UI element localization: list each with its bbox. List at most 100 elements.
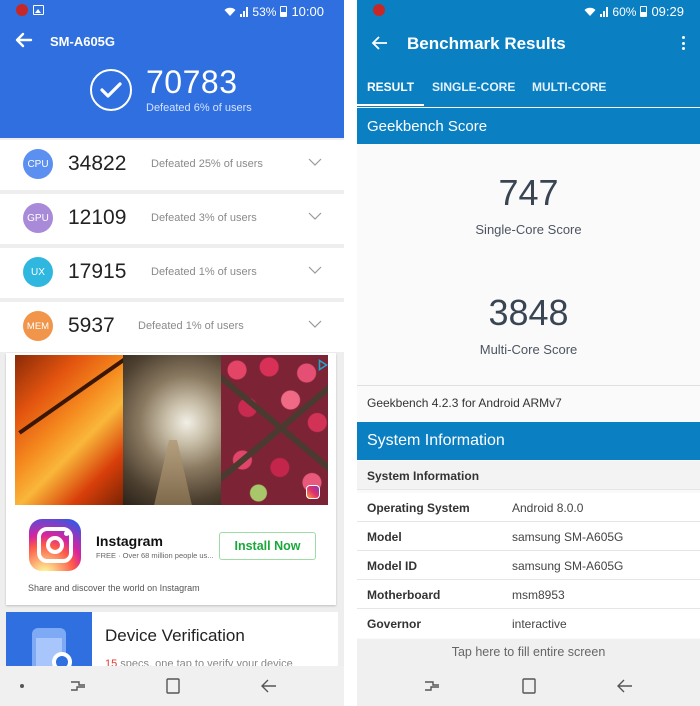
antutu-header: 53% 10:00 SM-A605G 70783 Defeated 6% of … [0,0,344,138]
cpu-score: 34822 [68,152,127,175]
clock: 09:29 [651,4,684,19]
home-icon[interactable] [518,676,540,696]
ad-description: FREE · Over 68 million people us... [96,551,214,560]
divider [357,385,700,386]
tab-result[interactable]: RESULT [367,80,414,94]
device-verification-title: Device Verification [105,626,245,645]
multi-core-score: 3848 [488,292,569,333]
wifi-icon [584,7,596,16]
score-row-ux[interactable]: UX 17915 Defeated 1% of users [0,248,344,298]
ad-image-strip[interactable] [15,355,328,505]
install-now-button[interactable]: Install Now [219,532,316,560]
navigation-bar [0,666,344,706]
gpu-subtitle: Defeated 3% of users [151,212,257,224]
cpu-subtitle: Defeated 25% of users [151,158,263,170]
battery-percent: 60% [612,4,637,19]
dot-icon[interactable] [16,676,38,696]
mem-badge: MEM [20,308,56,344]
more-vert-icon[interactable] [682,36,686,52]
geekbench-version: Geekbench 4.2.3 for Android ARMv7 [367,396,562,410]
gpu-badge: GPU [20,200,56,236]
fill-screen-button[interactable]: Tap here to fill entire screen [357,639,700,666]
signal-icon [240,6,249,17]
clock: 10:00 [291,4,324,19]
system-information-subheader: System Information [357,461,700,490]
ad-image-apples [221,355,328,505]
chevron-down-icon[interactable] [308,265,322,275]
instagram-logo-icon [29,519,81,571]
recents-icon[interactable] [67,676,89,696]
home-icon[interactable] [162,676,184,696]
total-score-block: 70783 Defeated 6% of users [90,66,252,114]
ux-subtitle: Defeated 1% of users [151,266,257,278]
device-verification-thumbnail [6,612,92,672]
info-value: interactive [512,617,567,631]
ux-badge: UX [20,254,56,290]
chevron-down-icon[interactable] [308,211,322,221]
device-title: SM-A605G [50,34,116,49]
multi-core-label: Multi-Core Score [479,342,578,357]
total-score-subtitle: Defeated 6% of users [146,102,252,114]
battery-percent: 53% [252,4,277,19]
navigation-bar [357,666,700,706]
single-core-label: Single-Core Score [475,222,582,237]
signal-icon [600,6,609,17]
system-information-header: System Information [357,422,700,460]
back-icon[interactable] [614,676,636,696]
recents-icon[interactable] [421,676,443,696]
total-score: 70783 [146,64,238,100]
geekbench-appbar: 60% 09:29 Benchmark Results RESULT SINGL… [357,0,700,107]
ad-app-name: Instagram [96,533,163,549]
ad-image-autumn-leaves [15,355,123,505]
active-tab-indicator [357,104,424,106]
score-row-gpu[interactable]: GPU 12109 Defeated 3% of users [0,194,344,244]
info-row: Model ID samsung SM-A605G [357,551,700,580]
ad-tagline: Share and discover the world on Instagra… [28,583,200,593]
tab-bar: RESULT SINGLE-CORE MULTI-CORE [357,72,700,106]
status-bar: 53% 10:00 [0,0,344,24]
gpu-score: 12109 [68,206,127,229]
arrow-left-icon[interactable] [371,35,389,51]
info-row: Operating System Android 8.0.0 [357,493,700,522]
adchoices-icon[interactable] [318,359,328,371]
info-key: Motherboard [367,588,441,602]
check-circle-icon [90,69,132,111]
wifi-icon [224,7,236,16]
arrow-left-icon[interactable] [14,30,34,50]
status-bar: 60% 09:29 [357,0,700,24]
ux-score: 17915 [68,260,127,283]
info-key: Model ID [367,559,417,573]
info-value: samsung SM-A605G [512,559,624,573]
bug-icon [16,4,28,16]
info-value: Android 8.0.0 [512,501,584,515]
info-row: Model samsung SM-A605G [357,522,700,551]
info-key: Governor [367,617,422,631]
info-key: Operating System [367,501,470,515]
toolbar: SM-A605G [0,26,344,56]
antutu-screen: 53% 10:00 SM-A605G 70783 Defeated 6% of … [0,0,344,706]
chevron-down-icon[interactable] [308,319,322,329]
page-title: Benchmark Results [407,34,566,53]
geekbench-score-header: Geekbench Score [357,108,700,144]
info-row: Governor interactive [357,609,700,638]
instagram-ad-card[interactable]: Instagram FREE · Over 68 million people … [6,353,336,605]
mem-score: 5937 [68,314,115,337]
chevron-down-icon[interactable] [308,157,322,167]
score-row-cpu[interactable]: CPU 34822 Defeated 25% of users [0,140,344,190]
image-icon [33,5,44,15]
score-row-mem[interactable]: MEM 5937 Defeated 1% of users [0,302,344,352]
device-verification-card[interactable]: Device Verification 15 specs, one tap to… [6,612,338,672]
back-icon[interactable] [258,676,280,696]
info-row: Motherboard msm8953 [357,580,700,609]
cpu-badge: CPU [20,146,56,182]
tab-multi-core[interactable]: MULTI-CORE [532,80,606,94]
battery-icon [280,6,288,17]
battery-icon [640,6,648,17]
tab-single-core[interactable]: SINGLE-CORE [432,80,515,94]
bug-icon [373,4,385,16]
info-key: Model [367,530,402,544]
single-core-score: 747 [498,172,559,213]
mem-subtitle: Defeated 1% of users [138,320,244,332]
info-value: samsung SM-A605G [512,530,624,544]
geekbench-screen: 60% 09:29 Benchmark Results RESULT SINGL… [357,0,700,706]
